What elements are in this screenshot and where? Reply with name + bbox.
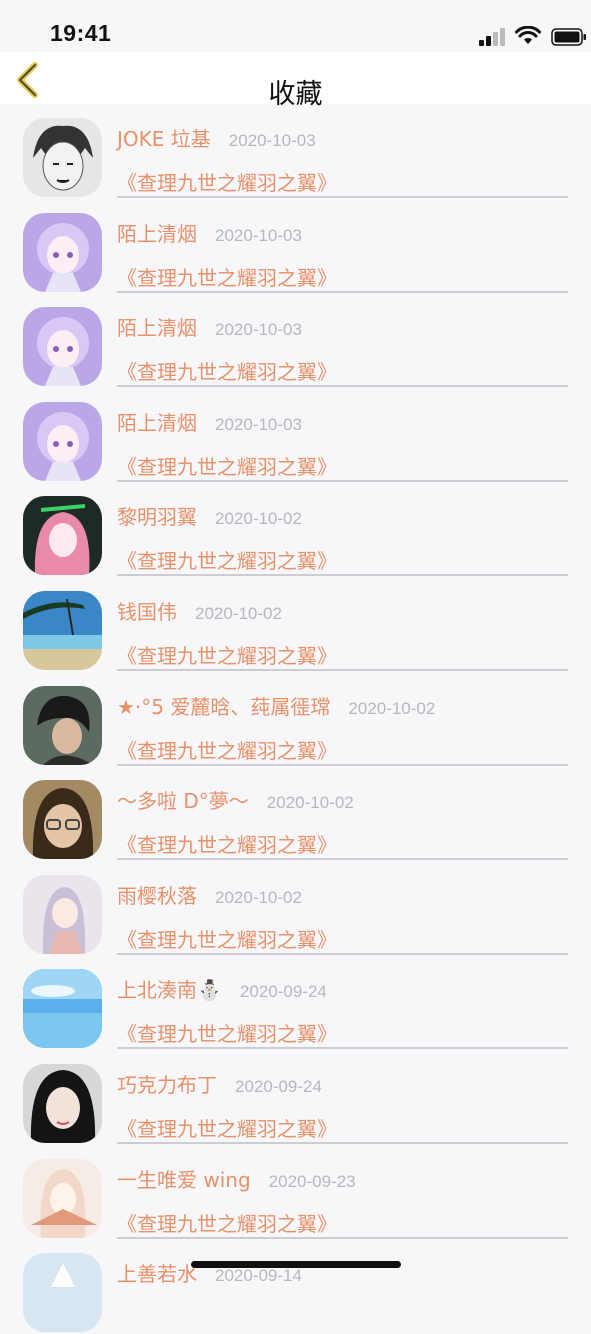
list-item[interactable]: 黎明羽翼 2020-10-02 《查理九世之耀羽之翼》 [0, 482, 591, 577]
post-date: 2020-09-23 [268, 1171, 356, 1191]
list-item[interactable]: 上北湊南⛄ 2020-09-24 《查理九世之耀羽之翼》 [0, 955, 591, 1050]
list-item[interactable]: 陌上清烟 2020-10-03 《查理九世之耀羽之翼》 [0, 199, 591, 294]
post-title[interactable]: 《查理九世之耀羽之翼》 [117, 451, 337, 480]
avatar[interactable] [23, 685, 102, 765]
avatar[interactable] [23, 401, 102, 481]
user-name: 陌上清烟 2020-10-03 [117, 410, 302, 435]
favorites-list: JOKE 垃基 2020-10-03 《查理九世之耀羽之翼》 陌上清烟 2020-1… [0, 104, 591, 1334]
list-item[interactable]: 雨樱秋落 2020-10-02 《查理九世之耀羽之翼》 [0, 861, 591, 956]
user-name: 巧克力布丁 2020-09-24 [117, 1072, 322, 1097]
post-date: 2020-10-02 [215, 509, 302, 529]
post-date: 2020-09-24 [235, 1076, 322, 1096]
user-name: ★·°5 爱麓晗、莼属徰瑺 2020-10-02 [117, 694, 436, 719]
post-title[interactable]: 《查理九世之耀羽之翼》 [117, 1018, 337, 1047]
post-title[interactable]: 《查理九世之耀羽之翼》 [117, 1208, 337, 1237]
post-date: 2020-10-03 [228, 131, 316, 150]
user-name: 黎明羽翼 2020-10-02 [117, 505, 302, 530]
post-title[interactable]: 《查理九世之耀羽之翼》 [117, 640, 337, 669]
post-title[interactable]: 《查理九世之耀羽之翼》 [117, 545, 337, 574]
avatar[interactable] [23, 1158, 102, 1238]
post-date: 2020-09-24 [239, 982, 327, 1002]
post-date: 2020-09-14 [215, 1266, 302, 1286]
avatar[interactable] [23, 780, 102, 860]
list-item[interactable]: ★·°5 爱麓晗、莼属徰瑺 2020-10-02 《查理九世之耀羽之翼》 [0, 672, 591, 767]
status-bar: 19:41 [0, 0, 591, 52]
avatar[interactable] [23, 212, 102, 292]
battery-icon [551, 28, 586, 46]
post-title[interactable]: 《查理九世之耀羽之翼》 [117, 735, 337, 764]
post-date: 2020-10-02 [195, 603, 282, 623]
avatar[interactable] [23, 496, 102, 576]
post-date: 2020-10-02 [215, 887, 302, 907]
avatar[interactable] [23, 969, 102, 1049]
post-title[interactable]: 《查理九世之耀羽之翼》 [117, 167, 337, 196]
wifi-icon [515, 26, 541, 44]
user-name: 陌上清烟 2020-10-03 [117, 316, 302, 341]
user-name: 一生唯爱 wing 2020-09-23 [117, 1167, 356, 1192]
post-date: 2020-10-02 [348, 698, 436, 718]
home-indicator[interactable] [191, 1261, 401, 1268]
avatar[interactable] [23, 118, 102, 197]
list-item[interactable]: 一生唯爱 wing 2020-09-23 《查理九世之耀羽之翼》 [0, 1145, 591, 1240]
list-item[interactable]: 上善若水 2020-09-14 [0, 1239, 591, 1334]
signal-icon [479, 28, 505, 46]
list-item[interactable]: ～多啦 D°夢～ 2020-10-02 《查理九世之耀羽之翼》 [0, 766, 591, 861]
user-name: 陌上清烟 2020-10-03 [117, 221, 302, 246]
list-item[interactable]: 钱国伟 2020-10-02 《查理九世之耀羽之翼》 [0, 577, 591, 672]
list-item[interactable]: JOKE 垃基 2020-10-03 《查理九世之耀羽之翼》 [0, 104, 591, 199]
user-name: 钱国伟 2020-10-02 [117, 599, 282, 624]
post-date: 2020-10-03 [215, 225, 302, 245]
post-title[interactable]: 《查理九世之耀羽之翼》 [117, 924, 337, 953]
list-item[interactable]: 陌上清烟 2020-10-03 《查理九世之耀羽之翼》 [0, 388, 591, 483]
post-title[interactable]: 《查理九世之耀羽之翼》 [117, 262, 337, 291]
post-title[interactable]: 《查理九世之耀羽之翼》 [117, 1113, 337, 1142]
post-date: 2020-10-03 [215, 414, 302, 434]
user-name: 上北湊南⛄ 2020-09-24 [117, 978, 327, 1003]
post-date: 2020-10-02 [266, 793, 354, 813]
user-name: JOKE 垃基 2020-10-03 [117, 127, 316, 151]
avatar[interactable] [23, 1253, 102, 1333]
avatar[interactable] [23, 590, 102, 670]
post-title[interactable]: 《查理九世之耀羽之翼》 [117, 829, 337, 858]
list-item[interactable]: 陌上清烟 2020-10-03 《查理九世之耀羽之翼》 [0, 293, 591, 388]
avatar[interactable] [23, 874, 102, 954]
post-title[interactable]: 《查理九世之耀羽之翼》 [117, 356, 337, 385]
status-time: 19:41 [50, 20, 112, 46]
nav-bar: 收藏 [0, 52, 591, 110]
avatar[interactable] [23, 1063, 102, 1143]
list-item[interactable]: 巧克力布丁 2020-09-24 《查理九世之耀羽之翼》 [0, 1050, 591, 1145]
post-date: 2020-10-03 [215, 320, 302, 340]
user-name: ～多啦 D°夢～ 2020-10-02 [117, 789, 354, 814]
user-name: 雨樱秋落 2020-10-02 [117, 883, 302, 908]
avatar[interactable] [23, 307, 102, 387]
